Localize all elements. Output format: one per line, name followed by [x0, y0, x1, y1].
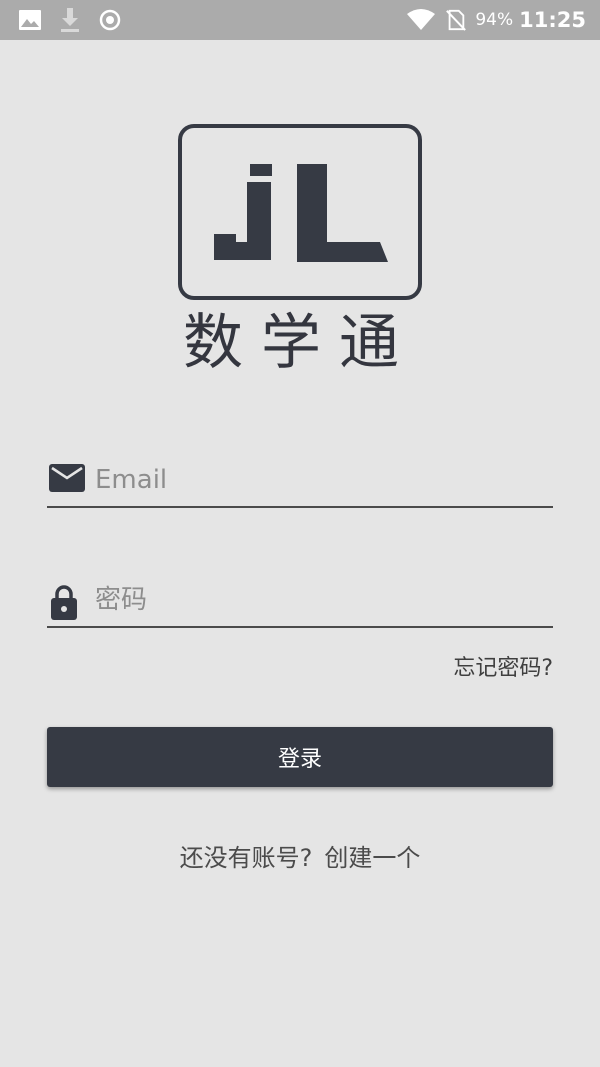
email-input[interactable]: [95, 458, 535, 502]
forgot-password-link[interactable]: 忘记密码?: [453, 650, 553, 682]
password-input[interactable]: [95, 578, 535, 622]
status-bar-system: 94% 11:25: [397, 6, 586, 34]
image-icon: [19, 10, 41, 30]
password-field-container: [47, 576, 553, 628]
login-button[interactable]: 登录: [47, 727, 553, 787]
no-sim-icon: [446, 9, 467, 31]
wifi-icon: [407, 9, 436, 30]
mail-icon: [49, 464, 85, 492]
record-icon: [99, 9, 121, 31]
signup-row: 还没有账号? 创建一个: [0, 838, 600, 873]
battery-level: 94%: [475, 10, 514, 30]
clock: 11:25: [519, 8, 586, 32]
download-icon: [61, 8, 79, 32]
create-account-link[interactable]: 创建一个: [324, 844, 420, 872]
app-logo: [178, 124, 422, 300]
email-field-container: [47, 456, 553, 508]
logo-mark: [214, 164, 388, 262]
app-name: 数学通: [183, 308, 417, 378]
status-bar-notifications: [18, 8, 138, 32]
lock-icon: [51, 585, 77, 620]
signup-prompt: 还没有账号?: [179, 844, 313, 872]
status-bar: 94% 11:25: [0, 0, 600, 40]
